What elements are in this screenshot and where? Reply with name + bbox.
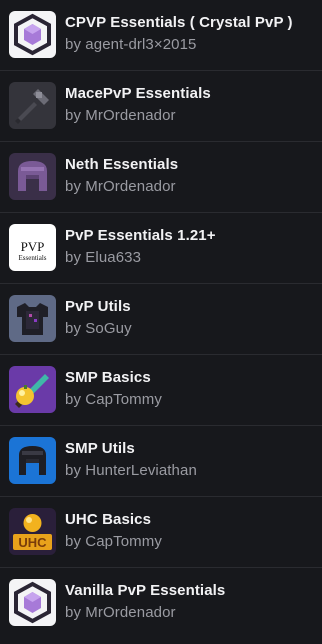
pack-author: by Elua633: [65, 249, 142, 266]
logo-text-essentials: Essentials: [19, 254, 47, 262]
golden-apple-sword-icon: [9, 366, 56, 413]
pack-author: by CapTommy: [65, 391, 162, 408]
list-item[interactable]: MacePvP Essentials by MrOrdenador: [0, 71, 322, 142]
crystal-hexagon-icon: [9, 579, 56, 626]
list-item[interactable]: UHC UHC Basics by CapTommy: [0, 497, 322, 568]
pack-author: by CapTommy: [65, 533, 162, 550]
chestplate-icon: [9, 295, 56, 342]
pack-author: by MrOrdenador: [65, 604, 176, 621]
pack-title: MacePvP Essentials: [65, 85, 211, 102]
list-item[interactable]: SMP Utils by HunterLeviathan: [0, 426, 322, 497]
pack-title: SMP Utils: [65, 440, 135, 457]
pack-title: PvP Essentials 1.21+: [65, 227, 216, 244]
netherite-helmet-icon: [9, 153, 56, 200]
list-item[interactable]: CPVP Essentials ( Crystal PvP ) by agent…: [0, 0, 322, 71]
pack-author: by agent-drl3×2015: [65, 36, 197, 53]
pack-author: by SoGuy: [65, 320, 132, 337]
pvp-essentials-logo-icon: PVP Essentials: [9, 224, 56, 271]
mace-icon: [9, 82, 56, 129]
pack-title: SMP Basics: [65, 369, 151, 386]
crystal-hexagon-icon: [9, 11, 56, 58]
pack-title: PvP Utils: [65, 298, 131, 315]
uhc-logo-icon: UHC: [9, 508, 56, 555]
pack-author: by MrOrdenador: [65, 107, 176, 124]
dark-helmet-icon: [9, 437, 56, 484]
logo-text-uhc: UHC: [18, 535, 47, 550]
pack-title: UHC Basics: [65, 511, 152, 528]
list-item[interactable]: PvP Utils by SoGuy: [0, 284, 322, 355]
list-item[interactable]: Vanilla PvP Essentials by MrOrdenador: [0, 568, 322, 639]
pack-author: by HunterLeviathan: [65, 462, 197, 479]
list-item[interactable]: PVP Essentials PvP Essentials 1.21+ by E…: [0, 213, 322, 284]
pack-title: Neth Essentials: [65, 156, 179, 173]
pack-title: CPVP Essentials ( Crystal PvP ): [65, 14, 293, 31]
logo-text-pvp: PVP: [21, 239, 45, 254]
pack-title: Vanilla PvP Essentials: [65, 582, 226, 599]
pack-list: CPVP Essentials ( Crystal PvP ) by agent…: [0, 0, 322, 644]
list-item[interactable]: Neth Essentials by MrOrdenador: [0, 142, 322, 213]
pack-author: by MrOrdenador: [65, 178, 176, 195]
list-item[interactable]: SMP Basics by CapTommy: [0, 355, 322, 426]
